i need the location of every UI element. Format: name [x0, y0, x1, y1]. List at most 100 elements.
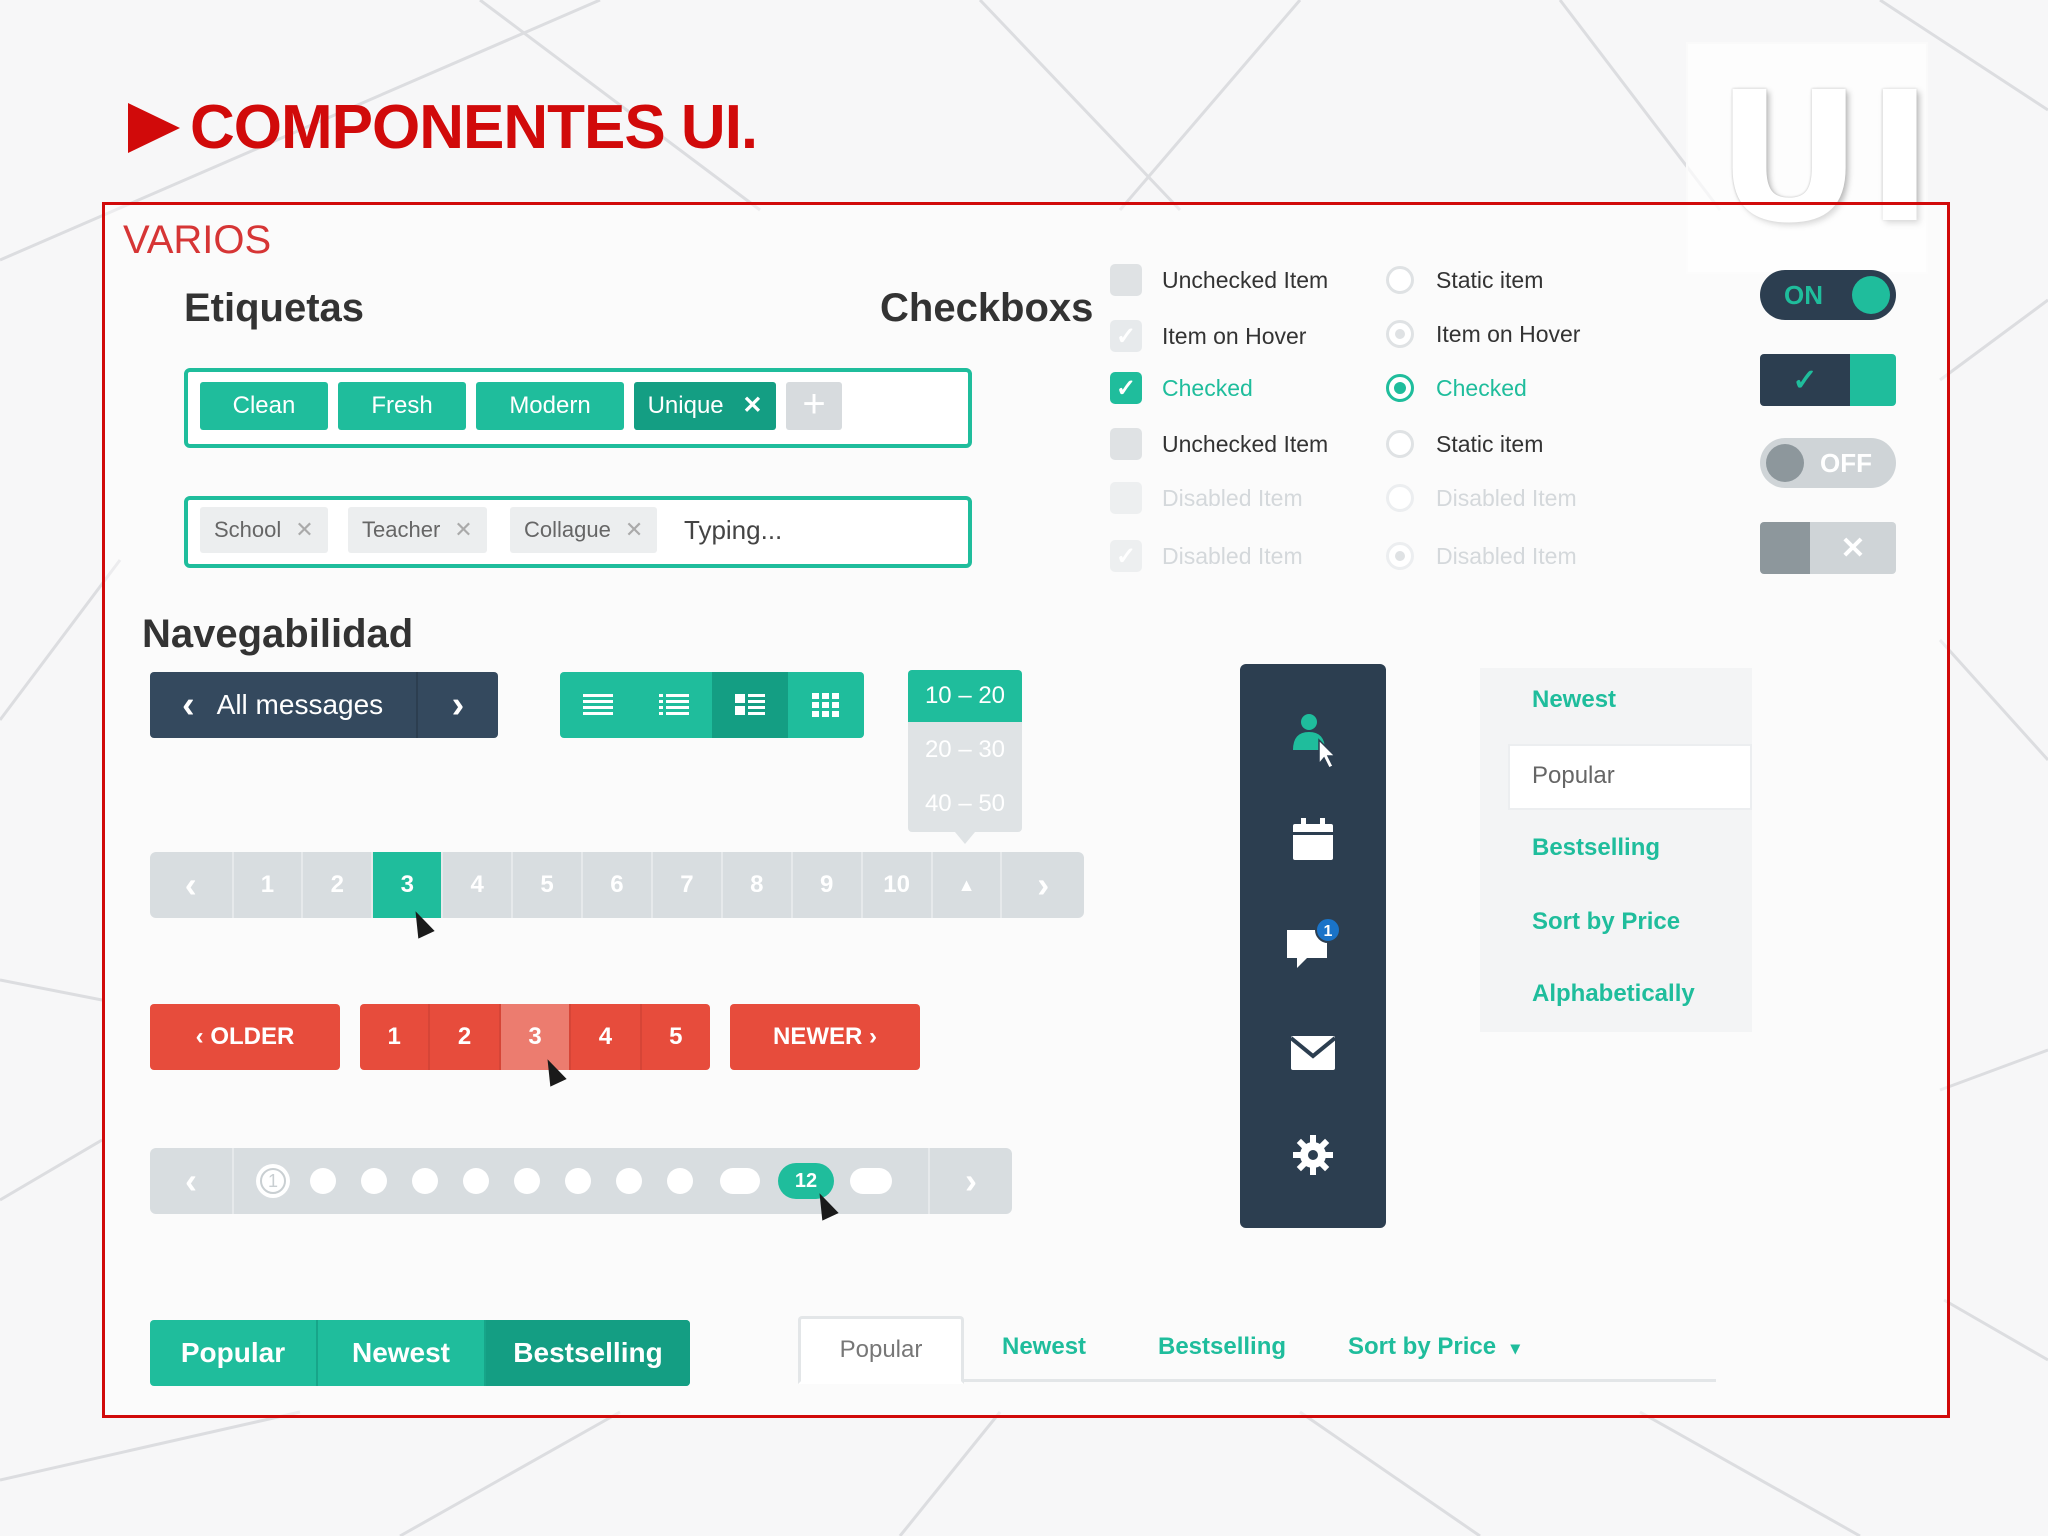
page-button[interactable]: 7 [653, 852, 723, 918]
remove-tag-icon[interactable]: ✕ [454, 517, 472, 542]
toggle-handle [1760, 522, 1810, 574]
tab-newest[interactable]: Newest [1002, 1316, 1086, 1378]
tag-modern[interactable]: Modern [476, 382, 624, 430]
caret-up-icon[interactable]: ▲ [933, 852, 1003, 918]
tag-input-grey[interactable]: School ✕ Teacher ✕ Collague ✕ Typing... [184, 496, 972, 568]
older-button[interactable]: ‹ OLDER [150, 1004, 340, 1070]
page-button[interactable]: 6 [583, 852, 653, 918]
page-button-current[interactable]: 3 [500, 1004, 572, 1070]
page-button[interactable]: 5 [513, 852, 584, 918]
dot-page[interactable] [565, 1168, 591, 1194]
radio-static[interactable]: Static item [1386, 266, 1543, 294]
toggle-off[interactable]: OFF [1760, 438, 1896, 488]
tag-school[interactable]: School ✕ [200, 507, 328, 553]
dot-page[interactable] [514, 1168, 540, 1194]
tag-typing-text[interactable]: Typing... [684, 507, 782, 553]
tag-fresh[interactable]: Fresh [338, 382, 466, 430]
menu-item-popular-active[interactable]: Popular [1508, 744, 1752, 810]
menu-item-alphabetically[interactable]: Alphabetically [1532, 980, 1695, 1008]
dot-page[interactable] [463, 1168, 489, 1194]
tab-popular[interactable]: Popular [150, 1320, 318, 1386]
checkbox-label: Unchecked Item [1162, 266, 1329, 293]
message-nav-main[interactable]: ‹ All messages [150, 672, 418, 738]
dot-page[interactable] [720, 1168, 760, 1194]
dot-page[interactable] [850, 1168, 892, 1194]
chevron-left-icon[interactable]: ‹ [150, 1148, 234, 1214]
checkbox-box[interactable] [1110, 428, 1142, 460]
range-option[interactable]: 40 – 50 [908, 778, 1022, 830]
dot-page[interactable] [361, 1168, 387, 1194]
dot-page[interactable] [412, 1168, 438, 1194]
tab-popular[interactable]: Popular [798, 1316, 964, 1384]
checkbox-unchecked[interactable]: Unchecked Item [1110, 428, 1328, 460]
add-tag-button[interactable]: + [786, 382, 842, 430]
radio-label: Static item [1436, 430, 1544, 457]
radio-circle[interactable] [1386, 320, 1414, 348]
gear-icon[interactable] [1240, 1134, 1386, 1176]
page-button[interactable]: 2 [430, 1004, 501, 1070]
page-button[interactable]: 1 [234, 852, 304, 918]
tab-sort-by-price[interactable]: Sort by Price ▾ [1348, 1316, 1520, 1378]
page-button-current[interactable]: 3 [373, 852, 444, 918]
tag-unique[interactable]: Unique ✕ [634, 382, 776, 430]
dot-page-first[interactable]: 1 [256, 1164, 290, 1198]
page-button[interactable]: 4 [571, 1004, 642, 1070]
checkbox-unchecked[interactable]: Unchecked Item [1110, 264, 1328, 296]
tag-collague[interactable]: Collague ✕ [510, 507, 658, 553]
chat-icon[interactable]: 1 [1240, 918, 1386, 974]
menu-item-bestselling[interactable]: Bestselling [1532, 834, 1660, 862]
page-button[interactable]: 10 [863, 852, 933, 918]
radio-checked[interactable]: Checked [1386, 374, 1527, 402]
tab-bestselling[interactable]: Bestselling [486, 1320, 690, 1386]
remove-tag-icon[interactable]: ✕ [625, 517, 643, 542]
dot-page[interactable] [616, 1168, 642, 1194]
chevron-right-icon[interactable]: › [418, 672, 498, 738]
radio-hover[interactable]: Item on Hover [1386, 320, 1580, 348]
tag-teacher[interactable]: Teacher ✕ [348, 507, 487, 553]
tag-input-green[interactable]: Clean Fresh Modern Unique ✕ + [184, 368, 972, 448]
view-bullet-list-icon[interactable] [636, 672, 712, 738]
menu-item-newest[interactable]: Newest [1532, 686, 1616, 714]
chevron-left-icon[interactable]: ‹ [182, 684, 195, 727]
check-icon[interactable]: ✓ [1110, 320, 1142, 352]
view-grid-icon[interactable] [788, 672, 864, 738]
calendar-icon[interactable] [1240, 818, 1386, 862]
tab-bestselling[interactable]: Bestselling [1158, 1316, 1286, 1378]
red-pager: 1 2 3 4 5 [360, 1004, 710, 1070]
page-button[interactable]: 4 [443, 852, 514, 918]
radio-circle[interactable] [1386, 374, 1414, 402]
view-list-icon[interactable] [560, 672, 636, 738]
page-button[interactable]: 9 [793, 852, 863, 918]
chevron-right-icon[interactable]: › [1002, 852, 1084, 918]
radio-circle[interactable] [1386, 266, 1414, 294]
page-button[interactable]: 2 [303, 852, 374, 918]
remove-tag-icon[interactable]: ✕ [295, 517, 313, 542]
page-button[interactable]: 5 [642, 1004, 710, 1070]
radio-static[interactable]: Static item [1386, 430, 1543, 458]
range-option-selected[interactable]: 10 – 20 [908, 670, 1022, 722]
mail-icon[interactable] [1240, 1036, 1386, 1070]
view-detail-icon[interactable] [712, 672, 788, 738]
tab-newest[interactable]: Newest [318, 1320, 486, 1386]
page-button[interactable]: 1 [360, 1004, 431, 1070]
page-button[interactable]: 8 [723, 852, 793, 918]
toggle-x[interactable]: ✕ [1760, 522, 1896, 574]
checkbox-checked[interactable]: ✓ Checked [1110, 372, 1253, 404]
menu-item-sort-by-price[interactable]: Sort by Price [1532, 908, 1680, 936]
toggle-on[interactable]: ON [1760, 270, 1896, 320]
chevron-right-icon[interactable]: › [928, 1148, 1012, 1214]
toggle-check[interactable]: ✓ [1760, 354, 1896, 406]
check-icon[interactable]: ✓ [1110, 372, 1142, 404]
tag-clean[interactable]: Clean [200, 382, 328, 430]
radio-circle[interactable] [1386, 430, 1414, 458]
dot-page[interactable] [310, 1168, 336, 1194]
remove-tag-icon[interactable]: ✕ [742, 392, 762, 419]
checkbox-box[interactable] [1110, 264, 1142, 296]
dot-page[interactable] [667, 1168, 693, 1194]
detail-list-icon [735, 694, 765, 715]
newer-button[interactable]: NEWER › [730, 1004, 920, 1070]
user-icon[interactable] [1240, 712, 1386, 768]
checkbox-hover[interactable]: ✓ Item on Hover [1110, 320, 1306, 352]
chevron-left-icon[interactable]: ‹ [150, 852, 234, 918]
range-option[interactable]: 20 – 30 [908, 724, 1022, 776]
